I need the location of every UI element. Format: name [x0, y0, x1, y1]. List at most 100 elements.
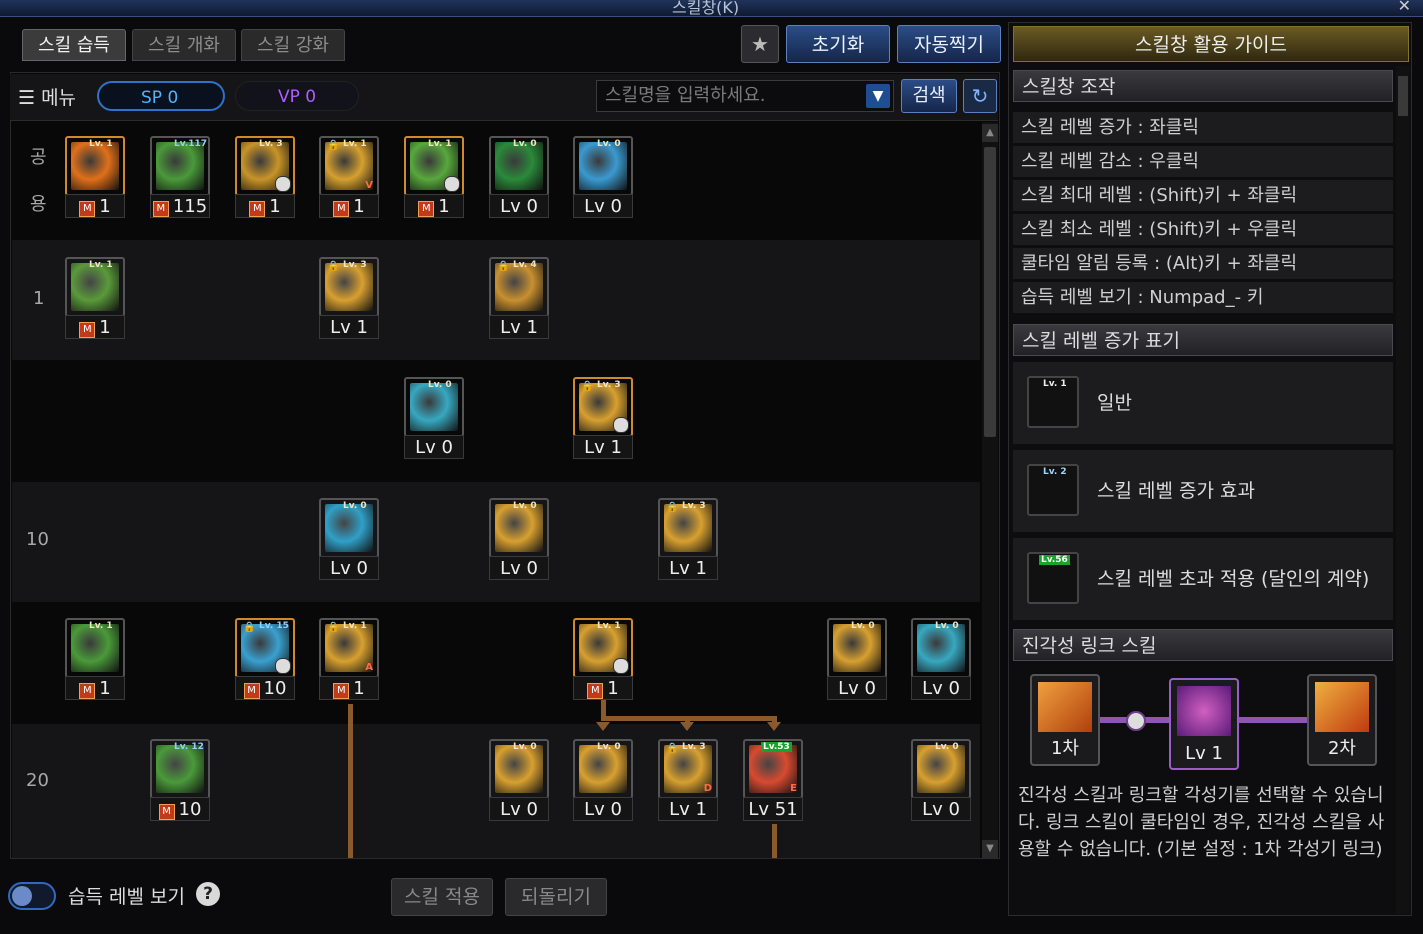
skill-level-badge: Lv. 0 [343, 501, 367, 511]
legend-frame: Lv.56 [1027, 552, 1079, 604]
level-legend-over: Lv.56 스킬 레벨 초과 적용 (달인의 계약) [1013, 538, 1393, 620]
skill-level-badge: Lv. 1 [428, 139, 452, 149]
apply-skill-button[interactable]: 스킬 적용 [391, 878, 493, 916]
skill-level-badge: Lv. 3 [682, 501, 706, 511]
mastery-icon: M [249, 201, 266, 217]
auto-assign-button[interactable]: 자동찍기 [897, 25, 1001, 63]
skill-tag: A [365, 662, 373, 673]
tab-skill-bloom[interactable]: 스킬 개화 [132, 29, 236, 61]
refresh-icon[interactable]: ↻ [963, 79, 997, 113]
lock-icon: 🔒 [327, 622, 340, 633]
menu-button[interactable]: ☰ 메뉴 [18, 83, 76, 110]
skill-slot[interactable]: Lv. 3 🔒 D Lv 1 [658, 739, 718, 821]
skill-slot[interactable]: Lv. 1 M1 [65, 136, 125, 218]
skill-slot[interactable]: Lv. 12 M 10 [150, 739, 210, 821]
skill-slot[interactable]: Lv. 0 Lv 0 [911, 739, 971, 821]
scroll-up-icon[interactable]: ▲ [982, 124, 998, 142]
guide-title: 스킬창 활용 가이드 [1013, 26, 1409, 62]
guide-item: 스킬 레벨 증가 : 좌클릭 [1013, 112, 1393, 143]
skill-tree-scrollbar[interactable]: ▲ ▼ [982, 122, 998, 858]
skill-level-value: Lv 51 [743, 797, 803, 821]
skill-level-badge: Lv.53 [761, 742, 792, 752]
skill-slot[interactable]: Lv. 0 Lv 0 [827, 618, 887, 700]
skill-level-value: M1 [235, 194, 295, 218]
skill-slot[interactable]: Lv. 1 M1 [404, 136, 464, 218]
tab-skill-enhance[interactable]: 스킬 강화 [241, 29, 345, 61]
scroll-thumb[interactable] [984, 147, 996, 437]
skill-slot[interactable]: Lv. 1 🔒 V M 1 [319, 136, 379, 218]
close-icon[interactable]: ✕ [1398, 0, 1411, 15]
link-skill-caption: Lv 1 [1185, 743, 1223, 764]
mastery-icon: M [333, 201, 350, 217]
skill-icon: Lv. 1 [404, 136, 464, 196]
skill-slot[interactable]: Lv. 4 🔒 Lv 1 [489, 257, 549, 339]
skill-level-badge: Lv. 15 [259, 621, 289, 631]
skill-slot[interactable]: Lv. 0 Lv 0 [573, 136, 633, 218]
skill-slot[interactable]: Lv. 3 🔒 Lv 1 [319, 257, 379, 339]
clock-icon [275, 176, 291, 192]
lock-icon: 🔒 [581, 381, 594, 392]
skill-level-badge: Lv. 0 [597, 742, 621, 752]
skill-icon: Lv. 0 [404, 377, 464, 437]
skill-slot[interactable]: Lv. 0 Lv 0 [319, 498, 379, 580]
skill-slot[interactable]: Lv. 0 Lv 0 [404, 377, 464, 459]
skill-level-badge: Lv. 1 [89, 260, 113, 270]
skill-slot[interactable]: Lv. 0 Lv 0 [489, 739, 549, 821]
skill-slot[interactable]: Lv. 3 🔒 Lv 1 [658, 498, 718, 580]
skill-slot[interactable]: Lv.117 M 115 [150, 136, 210, 218]
link-skill-first[interactable]: 1차 [1030, 674, 1100, 766]
window-title: 스킬창(K) [672, 0, 740, 17]
mastery-icon: M [587, 683, 604, 699]
tree-connector [348, 704, 353, 858]
skill-icon: Lv. 0 [489, 136, 549, 196]
guide-section-control: 스킬창 조작 [1013, 70, 1393, 102]
mastery-icon: M [243, 683, 260, 699]
awakening-icon [1177, 686, 1231, 736]
clock-icon [613, 658, 629, 674]
tab-skill-acquire[interactable]: 스킬 습득 [22, 29, 126, 61]
link-skill-true-awakening[interactable]: Lv 1 [1169, 678, 1239, 770]
skill-pin-icon[interactable]: ★ [741, 25, 779, 63]
toggle-knob [12, 886, 32, 906]
skill-level-badge: Lv. 0 [597, 139, 621, 149]
acquire-level-toggle[interactable] [8, 882, 56, 910]
skill-level-value: Lv 1 [658, 797, 718, 821]
scroll-thumb[interactable] [1398, 76, 1408, 116]
skill-level-value: M1 [65, 315, 125, 339]
reset-button[interactable]: 초기화 [786, 25, 890, 63]
guide-scrollbar[interactable] [1396, 66, 1410, 914]
skill-icon: Lv. 0 [827, 618, 887, 678]
skill-search-input[interactable]: 스킬명을 입력하세요. [596, 80, 894, 112]
guide-item: 스킬 최소 레벨 : (Shift)키 + 우클릭 [1013, 214, 1393, 245]
skill-slot[interactable]: Lv. 0 Lv 0 [489, 136, 549, 218]
link-skill-second[interactable]: 2차 [1307, 674, 1377, 766]
guide-item: 스킬 레벨 감소 : 우클릭 [1013, 146, 1393, 177]
skill-slot[interactable]: Lv. 0 Lv 0 [489, 498, 549, 580]
skill-level-badge: Lv. 0 [851, 621, 875, 631]
skill-level-badge: Lv. 0 [935, 742, 959, 752]
skill-slot[interactable]: Lv. 15 🔒 M 10 [235, 618, 295, 700]
skill-slot[interactable]: Lv. 1 M1 [573, 618, 633, 700]
skill-slot[interactable]: Lv. 1 M1 [65, 257, 125, 339]
skill-level-value: M1 [404, 194, 464, 218]
skill-icon: Lv. 1 [65, 618, 125, 678]
skill-icon: Lv. 12 [150, 739, 210, 799]
skill-slot[interactable]: Lv. 3 M1 [235, 136, 295, 218]
search-button[interactable]: 검색 [901, 79, 957, 113]
skill-slot[interactable]: Lv. 3 🔒 Lv 1 [573, 377, 633, 459]
skill-slot[interactable]: Lv.53 E Lv 51 [743, 739, 803, 821]
guide-section-level: 스킬 레벨 증가 표기 [1013, 324, 1393, 356]
skill-slot[interactable]: Lv. 1 M1 [65, 618, 125, 700]
vp-counter: VP 0 [235, 81, 359, 111]
skill-icon: Lv. 0 [489, 739, 549, 799]
lock-icon: 🔒 [327, 261, 340, 272]
revert-button[interactable]: 되돌리기 [505, 878, 607, 916]
scroll-down-icon[interactable]: ▼ [982, 840, 998, 858]
skill-slot[interactable]: Lv. 0 Lv 0 [573, 739, 633, 821]
skill-slot[interactable]: Lv. 1 🔒 A M 1 [319, 618, 379, 700]
chevron-down-icon[interactable]: ▼ [866, 84, 890, 108]
skill-art [917, 624, 965, 672]
help-icon[interactable]: ? [196, 882, 220, 906]
skill-level-value: Lv 1 [319, 315, 379, 339]
skill-slot[interactable]: Lv. 0 Lv 0 [911, 618, 971, 700]
